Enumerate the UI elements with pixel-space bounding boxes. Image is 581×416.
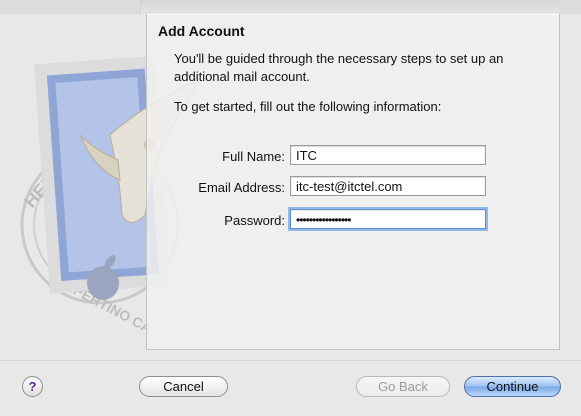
intro-text: You'll be guided through the necessary s… [174, 51, 504, 84]
add-account-sheet: Add Account You'll be guided through the… [146, 14, 560, 350]
cancel-button[interactable]: Cancel [139, 376, 228, 397]
background-column [560, 0, 581, 14]
full-name-label: Full Name: [222, 149, 285, 164]
footer-divider [0, 360, 581, 361]
email-address-field[interactable]: itc-test@itctel.com [290, 176, 486, 196]
email-address-label: Email Address: [198, 180, 285, 195]
background-column [0, 0, 141, 14]
full-name-field[interactable]: ITC [290, 145, 486, 165]
continue-button[interactable]: Continue [464, 376, 561, 397]
help-button[interactable]: ? [22, 376, 43, 397]
password-label: Password: [224, 213, 285, 228]
password-field[interactable]: ••••••••••••••••• [290, 209, 486, 229]
go-back-button[interactable]: Go Back [356, 376, 450, 397]
instruction-text: To get started, fill out the following i… [174, 99, 442, 114]
window-background-strip [0, 0, 581, 14]
sheet-title: Add Account [158, 23, 245, 39]
